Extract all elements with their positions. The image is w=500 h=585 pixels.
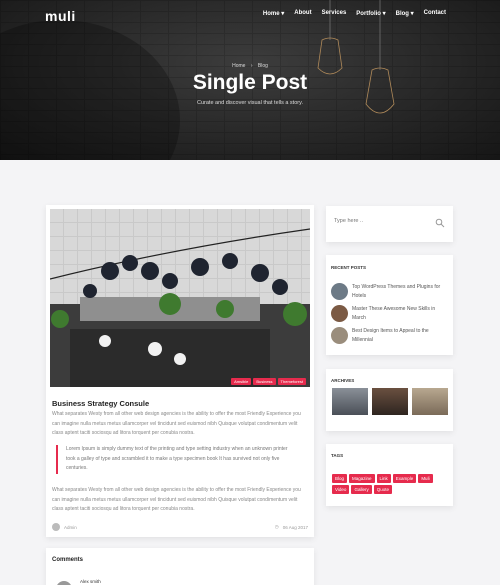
archive-thumbnail[interactable] — [332, 388, 368, 415]
breadcrumb-home[interactable]: Home — [232, 63, 245, 69]
tag-link[interactable]: Link — [376, 474, 391, 483]
search-widget — [326, 206, 453, 242]
comments-card: Comments Alex smith — [46, 548, 314, 585]
post-paragraph: What separates Westy from all other web … — [52, 411, 301, 436]
recent-posts-widget: RECENT POSTS Top WordPress Themes and Pl… — [326, 255, 453, 355]
post-category-tags: Amsible Business Themeforest — [231, 378, 306, 385]
post-title[interactable]: Business Strategy Consule — [52, 399, 149, 408]
tag-cloud: Blog Magazine Link Example Muli Video Ga… — [332, 474, 450, 494]
user-icon — [52, 523, 60, 531]
tags-widget: TAGS Blog Magazine Link Example Muli Vid… — [326, 444, 453, 506]
nav-blog[interactable]: Blog ▾ — [396, 10, 414, 17]
post-thumbnail — [331, 327, 348, 344]
post-paragraph: What separates Westy from all other web … — [52, 487, 301, 512]
widget-title: ARCHIVES — [331, 378, 355, 383]
tag-link[interactable]: Example — [392, 474, 417, 483]
tag-link[interactable]: Video — [332, 485, 350, 494]
post-featured-image: Amsible Business Themeforest — [50, 209, 310, 387]
widget-title: RECENT POSTS — [331, 265, 367, 270]
tag-link[interactable]: Blog — [332, 474, 348, 483]
nav-about[interactable]: About — [294, 10, 311, 17]
nav-services[interactable]: Services — [322, 10, 347, 17]
nav-portfolio[interactable]: Portfolio ▾ — [356, 10, 385, 17]
hero-banner: muli Home ▾ About Services Portfolio ▾ B… — [0, 0, 500, 160]
comment-author: Alex smith — [80, 579, 101, 584]
archives-widget: ARCHIVES — [326, 369, 453, 431]
nav-home[interactable]: Home ▾ — [263, 10, 284, 17]
nav-contact[interactable]: Contact — [424, 10, 446, 17]
post-card: Amsible Business Themeforest Business St… — [46, 205, 314, 537]
page-subtitle: Curate and discover visual that tells a … — [197, 100, 303, 106]
page-title: Single Post — [192, 71, 308, 94]
breadcrumb: Home › Blog — [0, 63, 500, 69]
post-date: 06 Aug 2017 — [282, 524, 308, 530]
post-author[interactable]: Admin — [64, 525, 77, 530]
main-nav: Home ▾ About Services Portfolio ▾ Blog ▾… — [263, 10, 446, 17]
post-thumbnail — [331, 283, 348, 300]
category-tag[interactable]: Themeforest — [277, 378, 306, 385]
post-meta: Admin ◷ 06 Aug 2017 — [52, 523, 308, 531]
list-item[interactable]: Best Design Items to Appeal to the Mille… — [331, 327, 449, 344]
comments-title: Comments — [52, 557, 84, 563]
tag-link[interactable]: Magazine — [349, 474, 375, 483]
tag-link[interactable]: Gallery — [351, 485, 372, 494]
tag-link[interactable]: Muli — [418, 474, 433, 483]
widget-title: TAGS — [331, 453, 344, 458]
clock-icon: ◷ — [274, 524, 279, 529]
archive-thumbnail[interactable] — [412, 388, 448, 415]
search-icon[interactable] — [435, 218, 445, 228]
post-thumbnail — [331, 305, 348, 322]
breadcrumb-blog[interactable]: Blog — [258, 63, 268, 69]
post-blockquote: Lorem Ipsum is simply dummy text of the … — [56, 445, 296, 474]
chevron-right-icon: › — [250, 63, 253, 69]
site-logo[interactable]: muli — [45, 8, 76, 24]
category-tag[interactable]: Amsible — [231, 378, 252, 385]
avatar — [56, 581, 72, 585]
list-item[interactable]: Master These Awesome New Skills in March — [331, 305, 449, 322]
category-tag[interactable]: Business — [253, 378, 276, 385]
archive-thumbnail[interactable] — [372, 388, 408, 415]
list-item[interactable]: Top WordPress Themes and Plugins for Hot… — [331, 283, 449, 300]
search-input[interactable] — [334, 218, 434, 224]
tag-link[interactable]: Quote — [373, 485, 392, 494]
